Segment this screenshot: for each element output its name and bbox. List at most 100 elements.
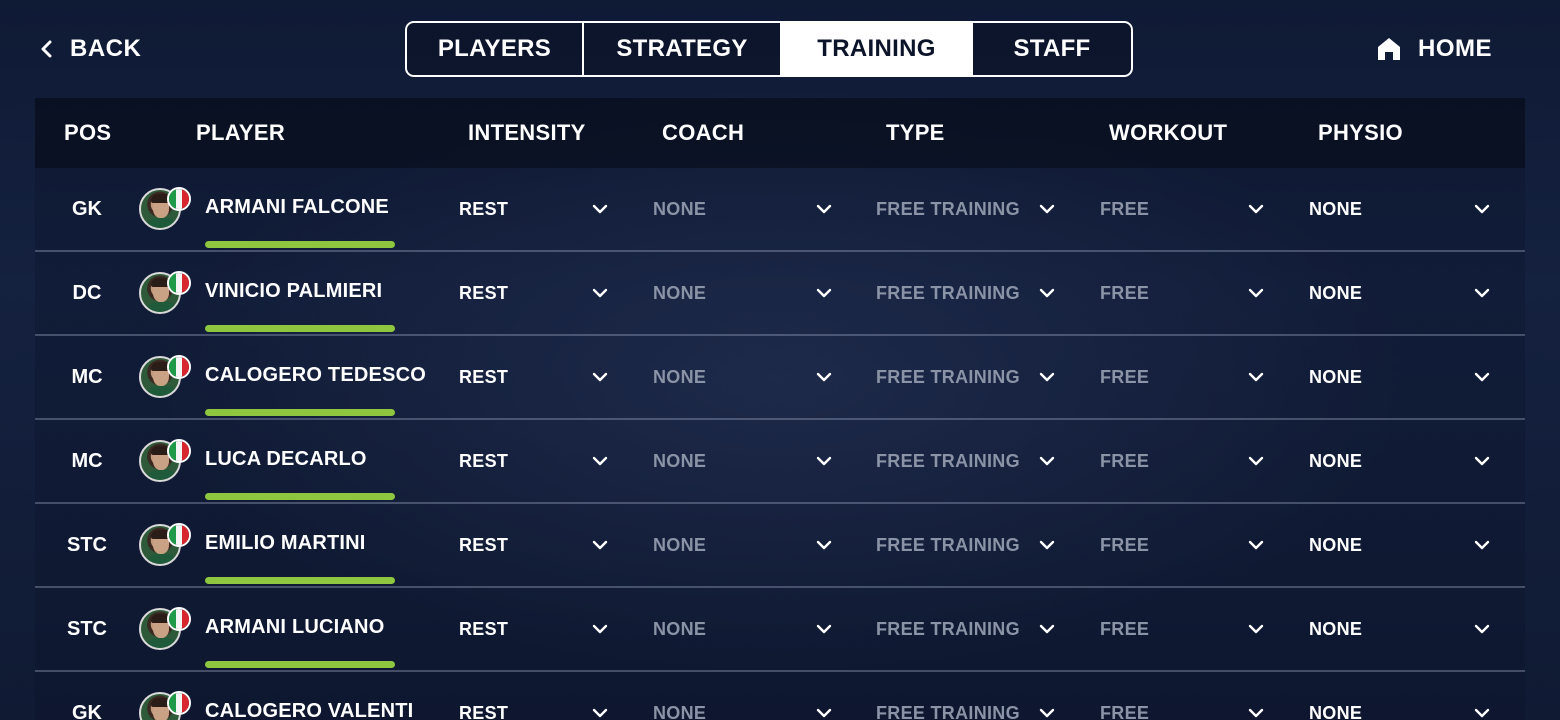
coach-dropdown[interactable]: NONE — [653, 168, 837, 250]
coach-dropdown[interactable]: NONE — [653, 588, 837, 670]
type-dropdown[interactable]: FREE TRAINING — [876, 336, 1060, 418]
coach-dropdown[interactable]: NONE — [653, 672, 837, 720]
physio-value: NONE — [1309, 282, 1363, 303]
table-row[interactable]: MC CALOGERO TEDESCO REST NONE FREE TRAIN… — [35, 336, 1525, 420]
table-row[interactable]: GK ARMANI FALCONE REST NONE FREE TRAININ… — [35, 168, 1525, 252]
type-dropdown[interactable]: FREE TRAINING — [876, 252, 1060, 334]
italy-flag-icon — [167, 439, 191, 463]
table-row[interactable]: STC EMILIO MARTINI REST NONE FREE TRAINI… — [35, 504, 1525, 588]
intensity-value: REST — [459, 198, 509, 219]
tab-strategy[interactable]: STRATEGY — [584, 23, 782, 75]
workout-dropdown[interactable]: FREE — [1100, 168, 1266, 250]
coach-value: NONE — [653, 198, 707, 219]
player-name[interactable]: ARMANI FALCONE — [205, 168, 389, 246]
italy-flag-icon — [167, 271, 191, 295]
type-dropdown[interactable]: FREE TRAINING — [876, 588, 1060, 670]
player-condition-bar — [205, 325, 395, 332]
type-value: FREE TRAINING — [876, 366, 1020, 387]
chevron-down-icon — [592, 708, 608, 718]
table-row[interactable]: STC ARMANI LUCIANO REST NONE FREE TRAINI… — [35, 588, 1525, 672]
workout-dropdown[interactable]: FREE — [1100, 252, 1266, 334]
chevron-down-icon — [1039, 540, 1055, 550]
workout-value: FREE — [1100, 702, 1150, 720]
workout-dropdown[interactable]: FREE — [1100, 420, 1266, 502]
physio-dropdown[interactable]: NONE — [1309, 588, 1499, 670]
workout-value: FREE — [1100, 534, 1150, 555]
tab-training[interactable]: TRAINING — [782, 23, 973, 75]
player-name[interactable]: VINICIO PALMIERI — [205, 252, 382, 330]
intensity-dropdown[interactable]: REST — [459, 672, 619, 720]
chevron-down-icon — [1248, 456, 1264, 466]
coach-dropdown[interactable]: NONE — [653, 336, 837, 418]
chevron-down-icon — [592, 204, 608, 214]
physio-value: NONE — [1309, 618, 1363, 639]
header-player: PLAYER — [196, 120, 286, 145]
italy-flag-icon — [167, 691, 191, 715]
player-condition-bar — [205, 409, 395, 416]
header-pos: POS — [64, 120, 112, 145]
intensity-dropdown[interactable]: REST — [459, 168, 619, 250]
italy-flag-icon — [167, 187, 191, 211]
training-table-body: GK ARMANI FALCONE REST NONE FREE TRAININ… — [35, 168, 1525, 720]
workout-dropdown[interactable]: FREE — [1100, 588, 1266, 670]
chevron-down-icon — [592, 288, 608, 298]
type-value: FREE TRAINING — [876, 198, 1020, 219]
coach-dropdown[interactable]: NONE — [653, 252, 837, 334]
intensity-dropdown[interactable]: REST — [459, 336, 619, 418]
chevron-down-icon — [592, 624, 608, 634]
chevron-down-icon — [1474, 540, 1490, 550]
physio-dropdown[interactable]: NONE — [1309, 672, 1499, 720]
home-button[interactable]: HOME — [1376, 32, 1492, 66]
player-name[interactable]: CALOGERO TEDESCO — [205, 336, 426, 414]
chevron-down-icon — [816, 540, 832, 550]
header-coach: COACH — [662, 120, 745, 145]
type-dropdown[interactable]: FREE TRAINING — [876, 168, 1060, 250]
workout-value: FREE — [1100, 450, 1150, 471]
player-name[interactable]: EMILIO MARTINI — [205, 504, 366, 582]
physio-dropdown[interactable]: NONE — [1309, 168, 1499, 250]
type-dropdown[interactable]: FREE TRAINING — [876, 420, 1060, 502]
chevron-down-icon — [816, 204, 832, 214]
workout-dropdown[interactable]: FREE — [1100, 336, 1266, 418]
physio-value: NONE — [1309, 450, 1363, 471]
chevron-down-icon — [1248, 624, 1264, 634]
workout-dropdown[interactable]: FREE — [1100, 672, 1266, 720]
player-name[interactable]: LUCA DECARLO — [205, 420, 367, 498]
type-value: FREE TRAINING — [876, 282, 1020, 303]
physio-dropdown[interactable]: NONE — [1309, 252, 1499, 334]
chevron-down-icon — [1474, 456, 1490, 466]
chevron-down-icon — [1474, 372, 1490, 382]
player-position: GK — [72, 701, 102, 720]
physio-dropdown[interactable]: NONE — [1309, 504, 1499, 586]
player-position: MC — [71, 449, 103, 472]
type-value: FREE TRAINING — [876, 450, 1020, 471]
table-row[interactable]: DC VINICIO PALMIERI REST NONE FREE TRAIN… — [35, 252, 1525, 336]
player-position: GK — [72, 197, 102, 220]
tab-players[interactable]: PLAYERS — [407, 23, 584, 75]
table-row[interactable]: GK CALOGERO VALENTI REST NONE FREE TRAIN… — [35, 672, 1525, 720]
chevron-down-icon — [1474, 624, 1490, 634]
intensity-value: REST — [459, 534, 509, 555]
coach-dropdown[interactable]: NONE — [653, 420, 837, 502]
type-dropdown[interactable]: FREE TRAINING — [876, 672, 1060, 720]
player-condition-bar — [205, 661, 395, 668]
back-button[interactable]: BACK — [38, 32, 141, 66]
intensity-dropdown[interactable]: REST — [459, 588, 619, 670]
physio-dropdown[interactable]: NONE — [1309, 336, 1499, 418]
player-condition-bar — [205, 493, 395, 500]
player-name[interactable]: CALOGERO VALENTI — [205, 672, 413, 720]
type-value: FREE TRAINING — [876, 534, 1020, 555]
table-row[interactable]: MC LUCA DECARLO REST NONE FREE TRAINING … — [35, 420, 1525, 504]
intensity-dropdown[interactable]: REST — [459, 252, 619, 334]
workout-dropdown[interactable]: FREE — [1100, 504, 1266, 586]
intensity-dropdown[interactable]: REST — [459, 504, 619, 586]
chevron-down-icon — [1474, 204, 1490, 214]
tab-staff[interactable]: STAFF — [973, 23, 1131, 75]
player-name[interactable]: ARMANI LUCIANO — [205, 588, 384, 666]
coach-dropdown[interactable]: NONE — [653, 504, 837, 586]
chevron-down-icon — [1248, 540, 1264, 550]
type-dropdown[interactable]: FREE TRAINING — [876, 504, 1060, 586]
chevron-down-icon — [1039, 456, 1055, 466]
intensity-dropdown[interactable]: REST — [459, 420, 619, 502]
physio-dropdown[interactable]: NONE — [1309, 420, 1499, 502]
